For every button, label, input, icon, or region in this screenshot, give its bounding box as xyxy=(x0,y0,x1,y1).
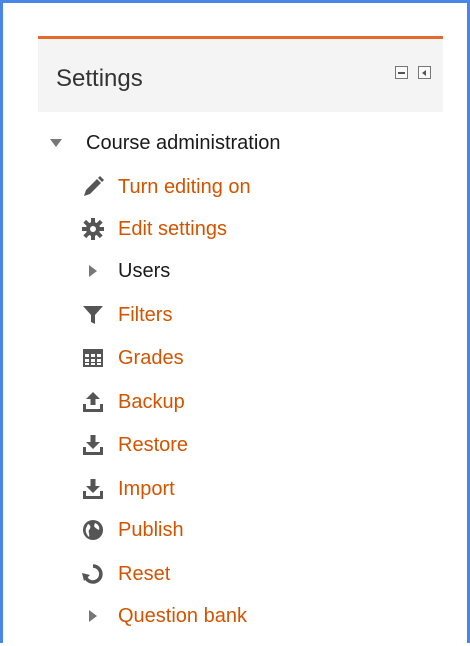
tree-item-import[interactable]: Import xyxy=(82,474,175,504)
tree-item-users[interactable]: Users xyxy=(82,256,170,286)
tree-item-turn-editing-on[interactable]: Turn editing on xyxy=(82,172,251,202)
pencil-icon xyxy=(82,176,104,198)
globe-icon xyxy=(82,519,104,541)
dock-left-icon[interactable] xyxy=(418,66,431,79)
filter-icon xyxy=(82,304,104,326)
tree-item-label[interactable]: Reset xyxy=(118,563,170,586)
header-controls xyxy=(395,66,431,79)
caret-right-icon xyxy=(82,260,104,282)
minus-box-icon[interactable] xyxy=(395,66,408,79)
tree-item-label[interactable]: Publish xyxy=(118,519,184,542)
tree-item-question-bank[interactable]: Question bank xyxy=(82,601,247,631)
block-title: Settings xyxy=(56,65,143,92)
tree-item-backup[interactable]: Backup xyxy=(82,387,185,417)
tree-item-publish[interactable]: Publish xyxy=(82,515,184,545)
tree-item-label[interactable]: Grades xyxy=(118,347,184,370)
tree-item-label[interactable]: Restore xyxy=(118,434,188,457)
tree-item-restore[interactable]: Restore xyxy=(82,430,188,460)
tree-item-edit-settings[interactable]: Edit settings xyxy=(82,214,227,244)
tree-item-label: Course administration xyxy=(86,131,281,154)
table-icon xyxy=(82,347,104,369)
refresh-icon xyxy=(82,563,104,585)
upload-icon xyxy=(82,391,104,413)
tree-item-grades[interactable]: Grades xyxy=(82,343,184,373)
tree-item-course-administration[interactable]: Course administration xyxy=(48,128,281,158)
tree-item-label: Users xyxy=(118,259,171,282)
tree-item-label[interactable]: Filters xyxy=(118,304,172,327)
block-header: Settings xyxy=(38,39,443,112)
tree-item-label[interactable]: Import xyxy=(118,478,175,501)
tree-item-label[interactable]: Edit settings xyxy=(118,218,227,241)
tree-item-reset[interactable]: Reset xyxy=(82,559,170,589)
tree-item-filters[interactable]: Filters xyxy=(82,300,172,330)
gear-icon xyxy=(82,218,104,240)
download-icon xyxy=(82,434,104,456)
caret-right-icon xyxy=(82,605,104,627)
tree-item-label[interactable]: Backup xyxy=(118,391,185,414)
tree-item-label[interactable]: Turn editing on xyxy=(118,176,251,199)
settings-block: Settings xyxy=(38,36,443,112)
tree-item-label[interactable]: Question bank xyxy=(118,605,247,628)
caret-down-icon xyxy=(48,132,64,154)
download-icon xyxy=(82,478,104,500)
